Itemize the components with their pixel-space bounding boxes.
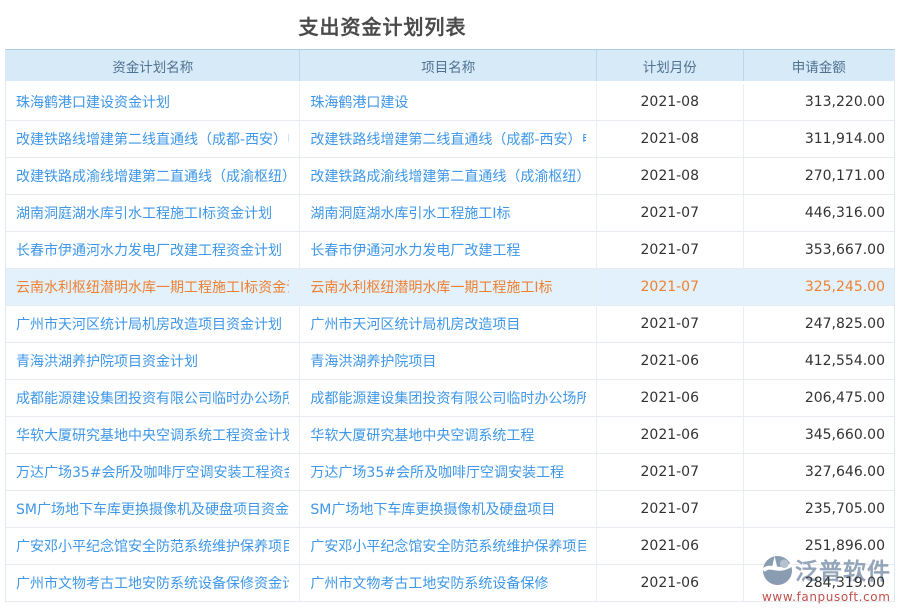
table-row: 万达广场35#会所及咖啡厅空调安装工程资金... 万达广场35#会所及咖啡厅空调安… [6, 454, 894, 491]
project-name-link[interactable]: 改建铁路成渝线增建第二直通线（成渝枢纽）... [310, 166, 586, 186]
plan-name-link[interactable]: 成都能源建设集团投资有限公司临时办公场所... [16, 388, 289, 408]
table-row: 广安邓小平纪念馆安全防范系统维护保养项目... 广安邓小平纪念馆安全防范系统维护保… [6, 528, 894, 565]
plan-name-link[interactable]: 改建铁路线增建第二线直通线（成都-西安）电... [16, 129, 289, 149]
request-amount: 206,475.00 [805, 390, 885, 406]
plan-name-link[interactable]: 珠海鹤港口建设资金计划 [16, 92, 289, 112]
plan-month: 2021-06 [641, 575, 700, 591]
request-amount: 345,660.00 [805, 427, 885, 443]
plan-name-link[interactable]: 云南水利枢纽潜明水库一期工程施工I标资金计划 [16, 277, 289, 297]
table-row: 成都能源建设集团投资有限公司临时办公场所... 成都能源建设集团投资有限公司临时办… [6, 380, 894, 417]
request-amount: 270,171.00 [805, 168, 885, 184]
col-header-request-amount: 申请金额 [743, 50, 894, 83]
plan-name-link[interactable]: 广州市文物考古工地安防系统设备保修资金计划 [16, 573, 289, 593]
plan-name-link[interactable]: 广州市天河区统计局机房改造项目资金计划 [16, 314, 289, 334]
request-amount: 327,646.00 [805, 464, 885, 480]
table-row: 广州市天河区统计局机房改造项目资金计划 广州市天河区统计局机房改造项目 2021-0… [6, 306, 894, 343]
plan-month: 2021-07 [641, 205, 700, 221]
plan-month: 2021-07 [641, 316, 700, 332]
col-header-plan-month: 计划月份 [597, 50, 744, 83]
request-amount: 251,896.00 [805, 538, 885, 554]
request-amount: 353,667.00 [805, 242, 885, 258]
request-amount: 325,245.00 [805, 279, 885, 295]
plan-month: 2021-08 [641, 131, 700, 147]
project-name-link[interactable]: 广州市文物考古工地安防系统设备保修 [310, 573, 586, 593]
request-amount: 235,705.00 [805, 501, 885, 517]
project-name-link[interactable]: 万达广场35#会所及咖啡厅空调安装工程 [310, 462, 586, 482]
project-name-link[interactable]: 云南水利枢纽潜明水库一期工程施工I标 [310, 277, 586, 297]
request-amount: 446,316.00 [805, 205, 885, 221]
table-header-row: 资金计划名称 项目名称 计划月份 申请金额 [6, 50, 894, 83]
request-amount: 412,554.00 [805, 353, 885, 369]
project-name-link[interactable]: 珠海鹤港口建设 [310, 92, 586, 112]
plan-month: 2021-06 [641, 390, 700, 406]
table-row: 改建铁路成渝线增建第二直通线（成渝枢纽）... 改建铁路成渝线增建第二直通线（成渝… [6, 158, 894, 195]
table-row: 青海洪湖养护院项目资金计划 青海洪湖养护院项目 2021-06 412,554.00 [6, 343, 894, 380]
project-name-link[interactable]: 华软大厦研究基地中央空调系统工程 [310, 425, 586, 445]
table-row: SM广场地下车库更换摄像机及硬盘项目资金... SM广场地下车库更换摄像机及硬盘项… [6, 491, 894, 528]
plan-name-link[interactable]: 青海洪湖养护院项目资金计划 [16, 351, 289, 371]
plan-month: 2021-08 [641, 94, 700, 110]
request-amount: 284,319.00 [805, 575, 885, 591]
plan-month: 2021-06 [641, 538, 700, 554]
page-title: 支出资金计划列表 [0, 11, 765, 40]
table-row: 华软大厦研究基地中央空调系统工程资金计划 华软大厦研究基地中央空调系统工程 2021… [6, 417, 894, 454]
project-name-link[interactable]: 湖南洞庭湖水库引水工程施工I标 [310, 203, 586, 223]
project-name-link[interactable]: 成都能源建设集团投资有限公司临时办公场所... [310, 388, 586, 408]
plan-name-link[interactable]: SM广场地下车库更换摄像机及硬盘项目资金... [16, 499, 289, 519]
project-name-link[interactable]: 广安邓小平纪念馆安全防范系统维护保养项目 [310, 536, 586, 556]
table-row: 长春市伊通河水力发电厂改建工程资金计划 长春市伊通河水力发电厂改建工程 2021-0… [6, 232, 894, 269]
plan-name-link[interactable]: 华软大厦研究基地中央空调系统工程资金计划 [16, 425, 289, 445]
request-amount: 313,220.00 [805, 94, 885, 110]
plan-name-link[interactable]: 广安邓小平纪念馆安全防范系统维护保养项目... [16, 536, 289, 556]
plan-month: 2021-07 [641, 242, 700, 258]
project-name-link[interactable]: 改建铁路线增建第二线直通线（成都-西安）电... [310, 129, 586, 149]
table-row: 云南水利枢纽潜明水库一期工程施工I标资金计划 云南水利枢纽潜明水库一期工程施工I标… [6, 269, 894, 306]
plan-month: 2021-07 [641, 464, 700, 480]
project-name-link[interactable]: 广州市天河区统计局机房改造项目 [310, 314, 586, 334]
plan-month: 2021-06 [641, 427, 700, 443]
table-row: 珠海鹤港口建设资金计划 珠海鹤港口建设 2021-08 313,220.00 [6, 83, 894, 121]
plan-name-link[interactable]: 万达广场35#会所及咖啡厅空调安装工程资金... [16, 462, 289, 482]
table-row: 湖南洞庭湖水库引水工程施工I标资金计划 湖南洞庭湖水库引水工程施工I标 2021-0… [6, 195, 894, 232]
request-amount: 311,914.00 [805, 131, 885, 147]
plan-name-link[interactable]: 改建铁路成渝线增建第二直通线（成渝枢纽）... [16, 166, 289, 186]
plan-name-link[interactable]: 湖南洞庭湖水库引水工程施工I标资金计划 [16, 203, 289, 223]
plan-name-link[interactable]: 长春市伊通河水力发电厂改建工程资金计划 [16, 240, 289, 260]
plan-month: 2021-07 [641, 501, 700, 517]
col-header-plan-name: 资金计划名称 [6, 50, 300, 83]
fund-plan-table: 资金计划名称 项目名称 计划月份 申请金额 珠海鹤港口建设资金计划珠海鹤港口建设… [5, 49, 895, 602]
plan-month: 2021-08 [641, 168, 700, 184]
project-name-link[interactable]: 长春市伊通河水力发电厂改建工程 [310, 240, 586, 260]
plan-month: 2021-06 [641, 353, 700, 369]
table-row: 改建铁路线增建第二线直通线（成都-西安）电... 改建铁路线增建第二线直通线（成都… [6, 121, 894, 158]
project-name-link[interactable]: 青海洪湖养护院项目 [310, 351, 586, 371]
project-name-link[interactable]: SM广场地下车库更换摄像机及硬盘项目 [310, 499, 586, 519]
plan-month: 2021-07 [641, 279, 700, 295]
table-row: 广州市文物考古工地安防系统设备保修资金计划 广州市文物考古工地安防系统设备保修 20… [6, 565, 894, 602]
col-header-project-name: 项目名称 [300, 50, 597, 83]
request-amount: 247,825.00 [805, 316, 885, 332]
